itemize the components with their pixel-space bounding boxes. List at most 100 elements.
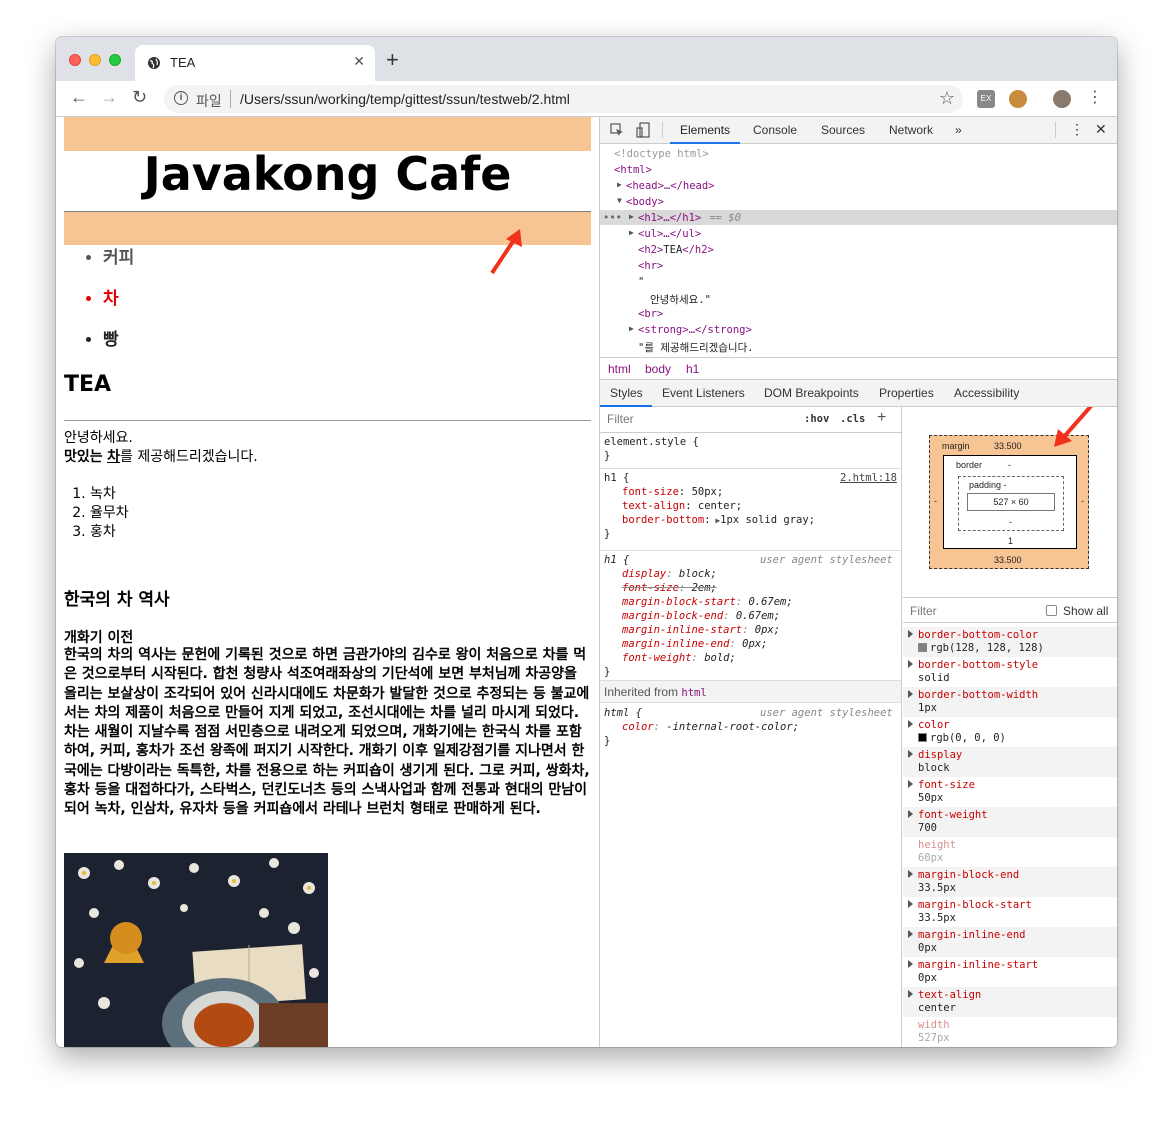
collapse-triangle-icon[interactable]: ▼ <box>617 196 622 205</box>
extension-ex-icon[interactable]: EX <box>977 90 995 108</box>
new-tab-icon[interactable]: + <box>386 47 399 73</box>
cookie-extension-icon[interactable] <box>1009 90 1027 108</box>
margin-left-value[interactable]: - <box>934 496 937 506</box>
close-window-button[interactable] <box>69 54 81 66</box>
url-text[interactable]: /Users/ssun/working/temp/gittest/ssun/te… <box>240 91 570 107</box>
menu-item-coffee[interactable]: 커피 <box>103 243 134 284</box>
margin-bottom-value[interactable]: 33.500 <box>994 555 1022 565</box>
dom-h2-node[interactable]: <h2>TEA</h2> <box>638 244 714 256</box>
dom-html-node[interactable]: <html> <box>614 164 652 176</box>
more-tabs-icon[interactable]: » <box>955 123 962 137</box>
node-actions-ellipsis-icon[interactable]: ••• <box>603 212 622 224</box>
computed-prop[interactable]: height 60px <box>903 837 1117 867</box>
expand-triangle-icon[interactable] <box>908 810 913 818</box>
devtools-menu-icon[interactable]: ⋮ <box>1070 121 1084 138</box>
h1-selector[interactable]: h1 { <box>604 472 629 484</box>
margin-right-value[interactable]: - <box>1081 496 1084 506</box>
inspect-element-icon[interactable] <box>610 123 624 137</box>
dom-text-node[interactable]: "를 제공해드리겠습니다. <box>638 340 754 355</box>
minimize-window-button[interactable] <box>89 54 101 66</box>
css-prop[interactable]: border-bottom <box>622 514 704 526</box>
reload-icon[interactable]: ↻ <box>132 87 147 108</box>
tab-console[interactable]: Console <box>753 123 797 137</box>
expand-triangle-icon[interactable] <box>908 960 913 968</box>
padding-bottom-value[interactable]: - <box>1009 517 1012 527</box>
color-swatch-icon[interactable] <box>918 643 927 652</box>
tab-properties[interactable]: Properties <box>879 386 934 400</box>
hover-state-toggle[interactable]: :hov <box>804 413 829 425</box>
expand-triangle-icon[interactable]: ▶ <box>629 228 634 237</box>
back-icon[interactable]: ← <box>70 87 88 108</box>
css-val[interactable]: 1px solid gray; <box>720 514 815 526</box>
breadcrumb-body[interactable]: body <box>645 362 671 376</box>
close-devtools-icon[interactable]: ✕ <box>1095 121 1107 138</box>
computed-prop[interactable]: font-weight 700 <box>903 807 1117 837</box>
breadcrumb-html[interactable]: html <box>608 362 631 376</box>
browser-tab[interactable]: TEA ✕ <box>135 45 375 81</box>
css-val[interactable]: 50px; <box>692 486 724 498</box>
dom-ul-node[interactable]: <ul>…</ul> <box>638 228 701 240</box>
tab-elements[interactable]: Elements <box>680 123 730 137</box>
computed-prop[interactable]: margin-inline-end 0px <box>903 927 1117 957</box>
info-icon[interactable]: i <box>174 91 188 105</box>
expand-triangle-icon[interactable] <box>908 870 913 878</box>
border-bottom-value[interactable]: 1 <box>1008 536 1013 546</box>
computed-filter-input[interactable]: Filter <box>910 604 937 618</box>
show-all-checkbox[interactable] <box>1046 605 1057 616</box>
inherited-from-link[interactable]: html <box>681 687 706 699</box>
forward-icon[interactable]: → <box>100 87 118 108</box>
expand-triangle-icon[interactable]: ▶ <box>629 324 634 333</box>
expand-triangle-icon[interactable] <box>908 990 913 998</box>
source-link[interactable]: 2.html:18 <box>840 472 897 484</box>
computed-prop[interactable]: color rgb(0, 0, 0) <box>903 717 1117 747</box>
dom-br-node[interactable]: <br> <box>638 308 663 320</box>
expand-triangle-icon[interactable]: ▶ <box>617 180 622 189</box>
expand-triangle-icon[interactable]: ▶ <box>711 516 720 525</box>
tab-dom-breakpoints[interactable]: DOM Breakpoints <box>764 386 859 400</box>
expand-triangle-icon[interactable] <box>908 690 913 698</box>
dom-text-node[interactable]: 안녕하세요." <box>650 292 711 307</box>
breadcrumb-h1[interactable]: h1 <box>686 362 699 376</box>
computed-prop[interactable]: margin-block-start 33.5px <box>903 897 1117 927</box>
css-prop[interactable]: font-size <box>622 486 679 498</box>
class-toggle[interactable]: .cls <box>840 413 865 425</box>
tab-network[interactable]: Network <box>889 123 933 137</box>
profile-avatar[interactable] <box>1053 90 1071 108</box>
ua-html-selector[interactable]: html { <box>604 707 642 719</box>
styles-filter-input[interactable]: Filter <box>602 409 792 429</box>
bookmark-star-icon[interactable]: ☆ <box>939 88 955 109</box>
dom-head-node[interactable]: <head>…</head> <box>626 180 715 192</box>
computed-prop[interactable]: border-bottom-width 1px <box>903 687 1117 717</box>
dom-h1-node[interactable]: <h1>…</h1> <box>638 212 701 224</box>
computed-prop[interactable]: margin-inline-start 0px <box>903 957 1117 987</box>
expand-triangle-icon[interactable] <box>908 930 913 938</box>
address-bar[interactable]: i 파일 /Users/ssun/working/temp/gittest/ss… <box>164 85 963 113</box>
expand-triangle-icon[interactable]: ▶ <box>629 212 634 221</box>
margin-top-value[interactable]: 33.500 <box>994 441 1022 451</box>
tab-event-listeners[interactable]: Event Listeners <box>662 386 745 400</box>
dom-strong-node[interactable]: <strong>…</strong> <box>638 324 752 336</box>
zoom-window-button[interactable] <box>109 54 121 66</box>
dom-hr-node[interactable]: <hr> <box>638 260 663 272</box>
box-model-content[interactable]: 527 × 60 <box>967 493 1055 511</box>
element-style-selector[interactable]: element.style { <box>604 436 699 448</box>
computed-prop[interactable]: margin-block-end 33.5px <box>903 867 1117 897</box>
expand-triangle-icon[interactable] <box>908 660 913 668</box>
expand-triangle-icon[interactable] <box>908 900 913 908</box>
computed-prop[interactable]: border-bottom-style solid <box>903 657 1117 687</box>
tab-sources[interactable]: Sources <box>821 123 865 137</box>
expand-triangle-icon[interactable] <box>908 720 913 728</box>
tab-styles[interactable]: Styles <box>610 386 643 400</box>
expand-triangle-icon[interactable] <box>908 780 913 788</box>
computed-prop[interactable]: border-bottom-color rgb(128, 128, 128) <box>903 627 1117 657</box>
computed-prop[interactable]: text-align center <box>903 987 1117 1017</box>
menu-kebab-icon[interactable]: ⋮ <box>1087 87 1103 107</box>
ua-h1-selector[interactable]: h1 { <box>604 554 629 566</box>
dom-body-node[interactable]: <body> <box>626 196 664 208</box>
menu-item-bread[interactable]: 빵 <box>103 325 134 366</box>
css-prop[interactable]: text-align <box>622 500 685 512</box>
tab-accessibility[interactable]: Accessibility <box>954 386 1019 400</box>
device-toolbar-icon[interactable] <box>636 122 650 138</box>
color-swatch-icon[interactable] <box>918 733 927 742</box>
border-top-value[interactable]: - <box>1008 460 1011 470</box>
